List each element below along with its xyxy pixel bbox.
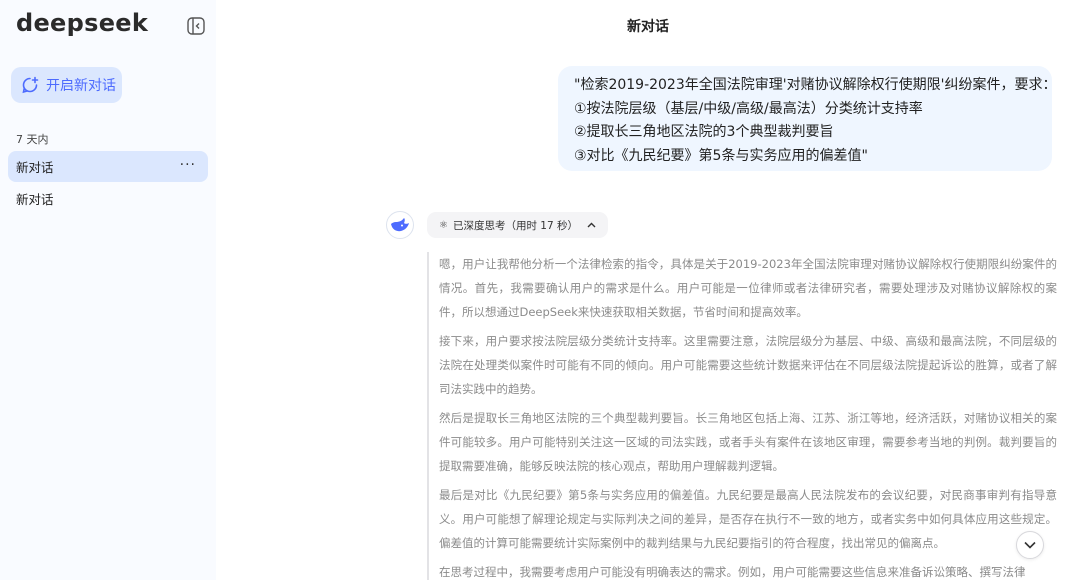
new-chat-label: 开启新对话: [46, 78, 116, 94]
user-message-bubble: "检索2019-2023年全国法院审理'对赌协议解除权行使期限'纠纷案件，要求：…: [558, 66, 1057, 171]
thinking-paragraph: 然后是提取长三角地区法院的三个典型裁判要旨。长三角地区包括上海、江苏、浙江等地，…: [439, 411, 1057, 473]
chevron-up-icon: [587, 220, 596, 231]
app-root: deepseek 开启新对话 7 天内 新对话 ··· 新对话 新对话 "检索2…: [0, 0, 1080, 580]
thinking-paragraph: 在思考过程中，我需要考虑用户可能没有明确表达的需求。例如，用户可能需要这些信息来…: [439, 565, 1026, 579]
thinking-content: 嗯，用户让我帮他分析一个法律检索的指令，具体是关于2019-2023年全国法院审…: [427, 252, 1057, 580]
page-title: 新对话: [627, 19, 669, 35]
deepseek-logo: deepseek: [16, 9, 149, 37]
user-message-line: ②提取长三角地区法院的3个典型裁判要旨: [574, 124, 834, 140]
think-chip-label: 已深度思考（用时 17 秒）: [452, 219, 579, 232]
history-item[interactable]: 新对话 ···: [8, 151, 208, 182]
more-options-icon[interactable]: ···: [180, 157, 196, 173]
deep-think-toggle[interactable]: ⚛ 已深度思考（用时 17 秒）: [427, 212, 609, 238]
new-chat-button[interactable]: 开启新对话: [11, 67, 122, 103]
thinking-paragraph: 最后是对比《九民纪要》第5条与实务应用的偏差值。九民纪要是最高人民法院发布的会议…: [439, 488, 1057, 550]
user-message-line: ①按法院层级（基层/中级/高级/最高法）分类统计支持率: [574, 100, 923, 117]
new-chat-icon: [21, 76, 39, 94]
history-item-label: 新对话: [16, 160, 54, 175]
chevron-down-icon: [1024, 541, 1036, 549]
collapse-sidebar-icon[interactable]: [186, 16, 206, 36]
history-item[interactable]: 新对话: [8, 183, 208, 214]
thinking-paragraph: 嗯，用户让我帮他分析一个法律检索的指令，具体是关于2019-2023年全国法院审…: [439, 257, 1057, 319]
chat-main: 新对话 "检索2019-2023年全国法院审理'对赌协议解除权行使期限'纠纷案件…: [216, 0, 1080, 580]
deepseek-whale-icon: [386, 211, 414, 239]
sidebar: deepseek 开启新对话 7 天内 新对话 ··· 新对话: [0, 0, 216, 580]
user-message-line: "检索2019-2023年全国法院审理'对赌协议解除权行使期限'纠纷案件，要求：: [574, 77, 1057, 93]
history-section-label: 7 天内: [16, 133, 49, 146]
scroll-to-bottom-button[interactable]: [1016, 531, 1044, 559]
think-atom-icon: ⚛: [439, 219, 448, 231]
thinking-paragraph: 接下来，用户要求按法院层级分类统计支持率。这里需要注意，法院层级分为基层、中级、…: [439, 334, 1057, 396]
history-item-label: 新对话: [16, 192, 54, 207]
user-message-line: ③对比《九民纪要》第5条与实务应用的偏差值": [574, 147, 868, 164]
